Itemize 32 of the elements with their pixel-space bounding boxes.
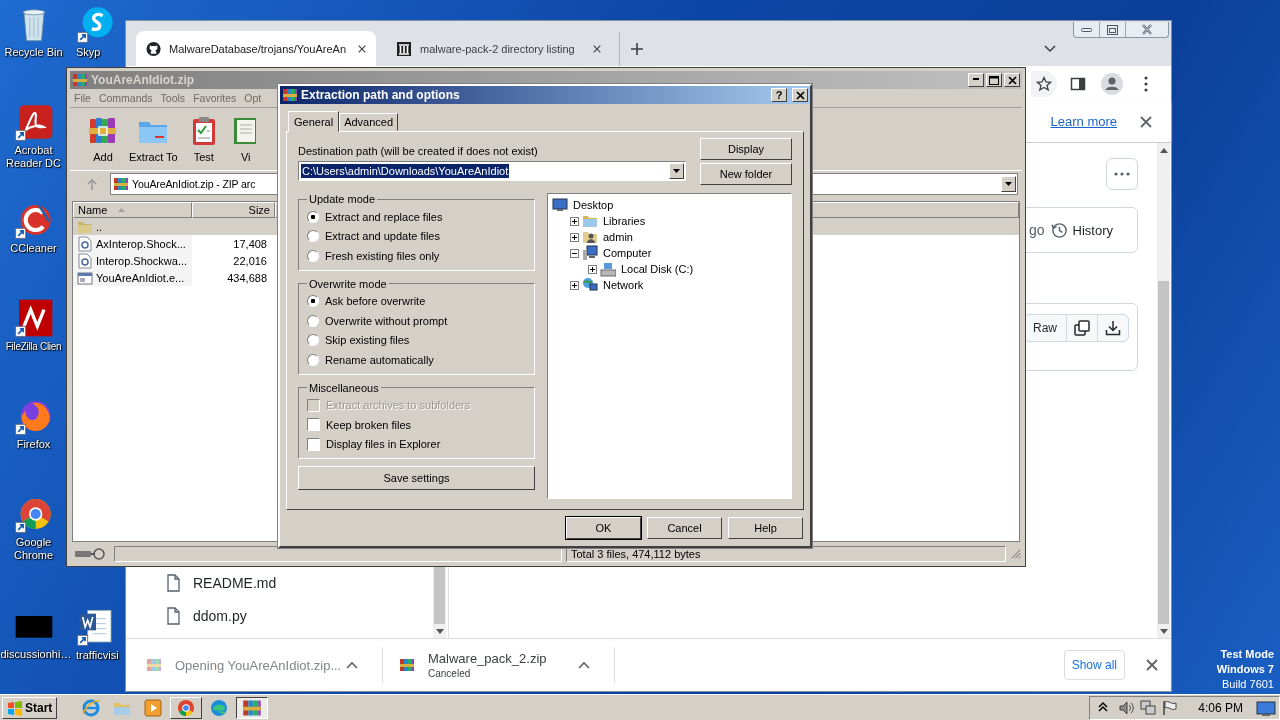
file-name: Interop.Shockwa... — [96, 254, 188, 267]
system-text: Test Mode — [1220, 647, 1274, 662]
option-label: Extract and update files — [325, 230, 440, 243]
tab-title: MalwareDatabase/trojans/YouAreAn — [169, 42, 346, 55]
option-label: Display files in Explorer — [326, 438, 441, 451]
file-size: 22,016 — [233, 254, 267, 267]
file-name: AxInterop.Shock... — [96, 237, 186, 250]
status-text: Total 3 files, 474,112 bytes — [571, 548, 701, 560]
file-size: 17,408 — [233, 237, 267, 250]
option-label: Skip existing files — [325, 334, 410, 347]
dialog-title: Extraction path and options — [301, 88, 461, 102]
window-title: YouAreAnIdiot.zip — [91, 73, 196, 87]
group-title: Miscellaneous — [308, 381, 380, 394]
group-title: Update mode — [308, 193, 377, 205]
option-label: Rename automatically — [325, 353, 434, 366]
download-status: Canceled — [428, 668, 472, 679]
partial-text: go — [1028, 222, 1045, 238]
option-label: Keep broken files — [326, 418, 411, 431]
option-label: Fresh existing files only — [325, 249, 440, 262]
file-name: Opening YouAreAnIdiot.zip... — [175, 657, 342, 673]
file-size: 434,688 — [227, 271, 267, 284]
file-name: .. — [96, 220, 103, 233]
option-label: Overwrite without prompt — [325, 314, 448, 327]
file-name: Malware_pack_2.zip — [428, 651, 548, 666]
tab-title: malware-pack-2 directory listing — [420, 42, 576, 55]
system-text: Windows 7 — [1216, 662, 1274, 677]
option-label: Ask before overwrite — [325, 295, 426, 308]
field-label: Destination path (will be created if does not exist) — [298, 145, 539, 157]
group-title: Overwrite mode — [308, 277, 388, 290]
system-text: Build 7601 — [1222, 677, 1274, 692]
option-label: Extract and replace files — [325, 210, 443, 223]
file-name: YouAreAnIdiot.e... — [96, 271, 185, 284]
